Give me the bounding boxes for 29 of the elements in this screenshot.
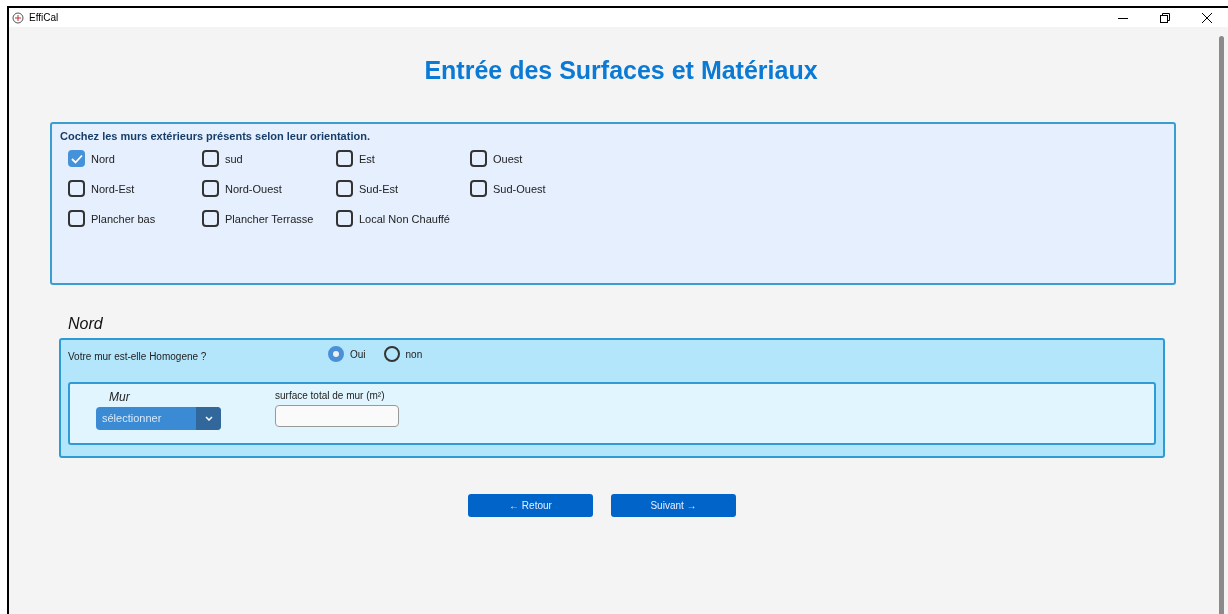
wall-checkbox[interactable]: Local Non Chauffé xyxy=(336,210,470,227)
app-icon xyxy=(12,11,24,24)
close-icon xyxy=(1202,12,1212,23)
wall-checkbox[interactable]: Plancher bas xyxy=(68,210,202,227)
wall-checkbox[interactable]: Ouest xyxy=(470,150,604,167)
wall-checkbox[interactable]: Sud-Est xyxy=(336,180,470,197)
page-heading: Entrée des Surfaces et Matériaux xyxy=(423,55,819,85)
wall-checkbox[interactable]: Nord-Ouest xyxy=(202,180,336,197)
radio-option[interactable]: Oui xyxy=(328,346,366,362)
field-label: Mur xyxy=(108,390,131,404)
field-label: surface total de mur (m²) xyxy=(275,390,386,401)
wall-checkbox[interactable]: Plancher Terrasse xyxy=(202,210,336,227)
wall-checkbox[interactable]: Nord xyxy=(68,150,202,167)
chevron-icon xyxy=(204,416,213,421)
section-title: Nord xyxy=(68,315,104,333)
scrollbar[interactable] xyxy=(1219,36,1224,614)
check-icon xyxy=(70,153,83,164)
question-text: Votre mur est-elle Homogene ? xyxy=(68,350,208,362)
restore-icon xyxy=(1160,12,1170,23)
wall-checkbox[interactable]: Est xyxy=(336,150,470,167)
back-button[interactable]: ← Retour xyxy=(468,494,593,517)
panel-prompt: Cochez les murs extérieurs présents selon leur orientation. xyxy=(60,130,371,142)
window-title: EffiCal xyxy=(29,12,59,23)
next-button[interactable]: Suivant → xyxy=(611,494,736,517)
wall-checkbox[interactable]: sud xyxy=(202,150,336,167)
radio-option[interactable]: non xyxy=(383,346,423,362)
wall-checkbox[interactable]: Nord-Est xyxy=(68,180,202,197)
wall-checkbox[interactable]: Sud-Ouest xyxy=(470,180,604,197)
surface-input[interactable] xyxy=(275,405,399,427)
